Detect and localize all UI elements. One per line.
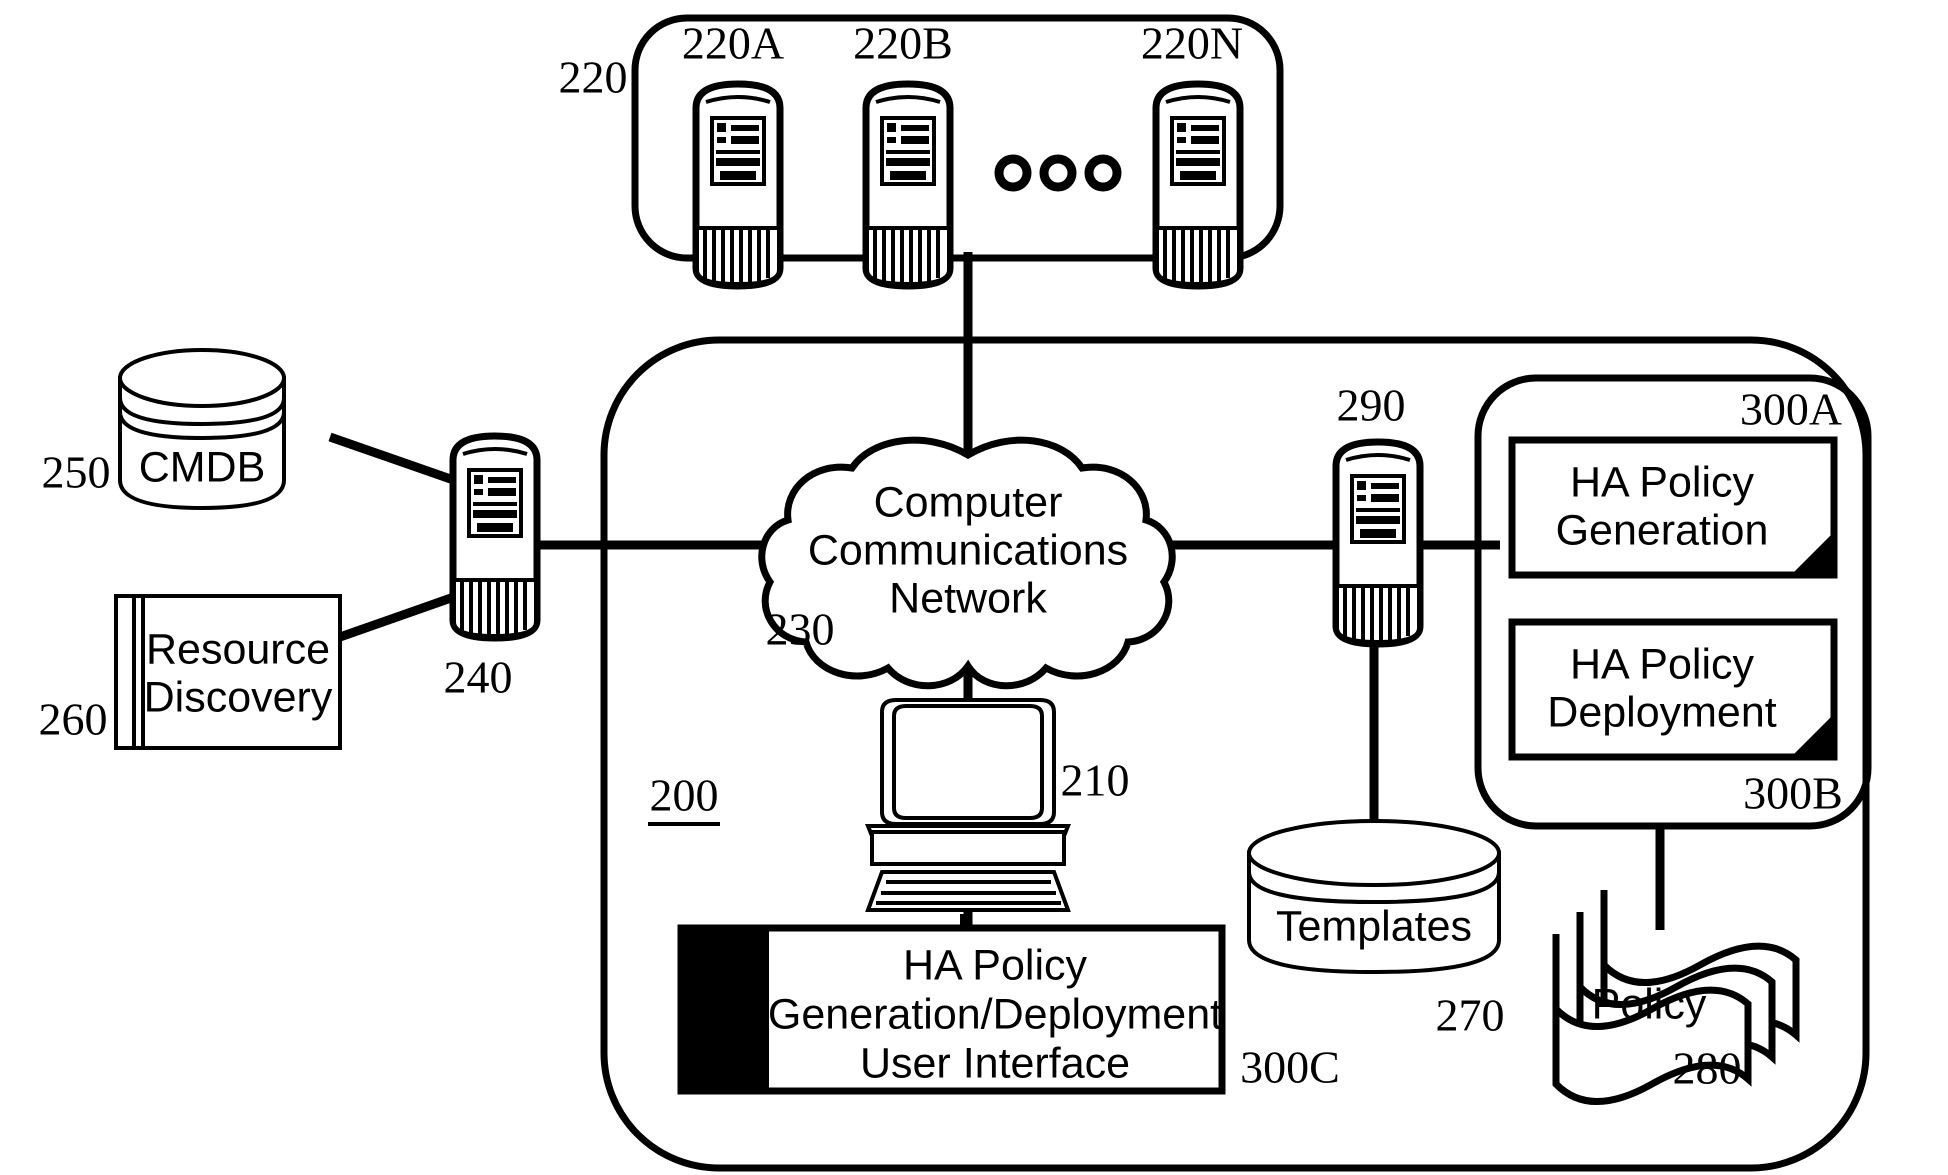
templates-ref: 270 <box>1436 990 1505 1041</box>
server-tower-220a[interactable] <box>692 80 784 290</box>
server-220n-ref: 220N <box>1141 18 1243 69</box>
host290-ref: 290 <box>1337 380 1406 431</box>
cmdb-ref: 250 <box>42 447 111 498</box>
resource-discovery-ref: 260 <box>39 694 108 745</box>
ha-policy-ui-ref: 300C <box>1240 1042 1340 1093</box>
ha-policy-deployment-ref: 300B <box>1743 768 1843 819</box>
cloud-line2: Communications <box>808 526 1128 574</box>
ha-policy-generation-ref: 300A <box>1740 384 1842 435</box>
wire-resourcediscovery-to-host240 <box>338 587 470 642</box>
ha-policy-deployment-line1: HA Policy <box>1570 640 1755 688</box>
resource-discovery-line2: Discovery <box>144 673 333 721</box>
system-200-ref-group: 200 <box>648 770 720 826</box>
cloud-ref: 230 <box>766 604 835 655</box>
policy-label: Policy <box>1592 980 1707 1028</box>
resource-discovery-line1: Resource <box>146 625 330 673</box>
ha-policy-deployment-line2: Deployment <box>1547 688 1776 736</box>
server-220a-ref: 220A <box>682 18 784 69</box>
host240-ref: 240 <box>444 652 513 703</box>
ha-policy-generation-line1: HA Policy <box>1570 458 1755 506</box>
workstation-ref: 210 <box>1061 755 1130 806</box>
patent-figure: 220A 220B 220N 220 CMDB 250 Resource Dis… <box>0 0 1948 1175</box>
cmdb-label: CMDB <box>139 443 266 491</box>
system-architecture-diagram: 220A 220B 220N 220 CMDB 250 Resource Dis… <box>39 14 1872 1172</box>
wire-cmdb-to-host240 <box>328 432 464 488</box>
ha-policy-generation-line2: Generation <box>1556 506 1769 554</box>
server-tower-240[interactable] <box>449 432 541 642</box>
server-220b-ref: 220B <box>853 18 953 69</box>
cloud-line3: Network <box>889 574 1047 622</box>
server-group-ref: 220 <box>559 52 628 103</box>
server-tower-220b[interactable] <box>862 80 954 290</box>
templates-label: Templates <box>1276 902 1472 950</box>
server-tower-220n[interactable] <box>1152 80 1244 290</box>
ha-policy-ui-line2: Generation/Deployment <box>768 990 1222 1038</box>
policy-ref: 280 <box>1673 1043 1742 1094</box>
server-tower-290[interactable] <box>1332 438 1424 648</box>
server-ellipsis <box>994 154 1122 192</box>
system-200-ref: 200 <box>650 770 719 821</box>
cloud-line1: Computer <box>874 478 1063 526</box>
workstation-computer[interactable] <box>865 698 1071 932</box>
ha-policy-ui-line1: HA Policy <box>903 941 1088 989</box>
ha-policy-ui-line3: User Interface <box>860 1039 1130 1087</box>
